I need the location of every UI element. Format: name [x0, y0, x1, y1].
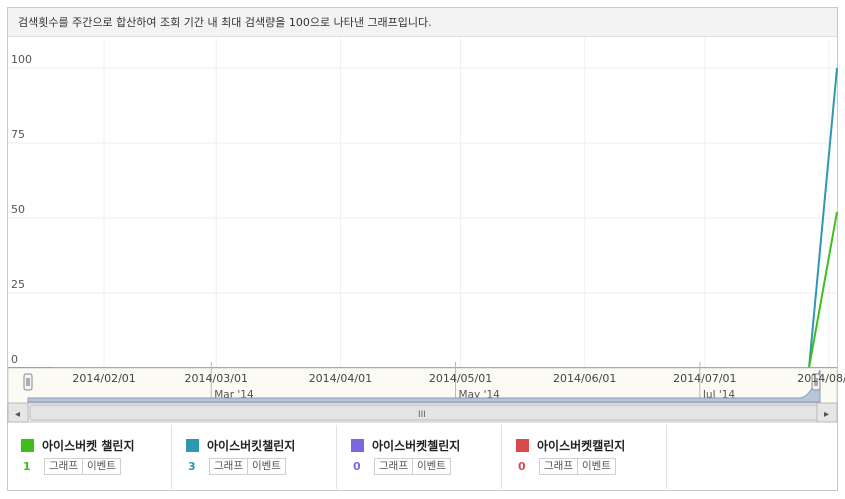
event-button[interactable]: 이벤트: [411, 458, 451, 475]
x-tick-label: 2014/03/01: [185, 372, 248, 385]
y-axis-ticks: 0 25 50 75 100: [11, 53, 32, 366]
scroll-left-arrow-icon: ◂: [15, 409, 20, 420]
scroll-thumb-grip: III: [418, 410, 426, 420]
grid-lines: [8, 38, 837, 368]
legend-series-name: 아이스버킷챌린지: [207, 438, 296, 453]
graph-button[interactable]: 그래프: [209, 458, 248, 475]
x-tick-label: 2014/08/01: [797, 372, 845, 385]
legend-count: 0: [518, 460, 526, 473]
scroll-right-arrow-icon: ▸: [824, 409, 829, 420]
x-tick-label: 2014/06/01: [553, 372, 616, 385]
legend-item: 아이스버켓 챌린지 1 그래프 이벤트: [7, 425, 172, 489]
event-button[interactable]: 이벤트: [81, 458, 121, 475]
legend-count: 3: [188, 460, 196, 473]
x-tick-label: 2014/05/01: [429, 372, 492, 385]
y-tick-label: 75: [11, 128, 25, 141]
legend-count: 1: [23, 460, 31, 473]
series-line: [52, 211, 838, 369]
navigator-left-handle: [23, 373, 33, 391]
navigator[interactable]: Mar '14 May '14 Jul '14◂ ▸III: [7, 362, 838, 423]
y-tick-label: 25: [11, 278, 25, 291]
legend-series-name: 아이스버켓캘린지: [537, 438, 626, 453]
y-tick-label: 100: [11, 53, 32, 66]
x-axis-ticks: 2014/02/01 2014/03/01 2014/04/01 2014/05/01…: [72, 372, 845, 385]
legend-series-name: 아이스버켓 챌린지: [42, 438, 135, 453]
legend-series-name: 아이스버켓첼린지: [372, 438, 461, 453]
x-tick-label: 2014/02/01: [72, 372, 135, 385]
graph-button[interactable]: 그래프: [539, 458, 578, 475]
y-tick-label: 50: [11, 203, 25, 216]
legend-swatch: [351, 438, 364, 452]
legend-empty-slot: [667, 425, 832, 489]
legend-item: 아이스버킷챌린지 3 그래프 이벤트: [172, 425, 337, 489]
legend-swatch: [21, 438, 34, 452]
x-tick-label: 2014/07/01: [673, 372, 736, 385]
event-button[interactable]: 이벤트: [576, 458, 616, 475]
legend-swatch: [516, 438, 529, 452]
event-button[interactable]: 이벤트: [246, 458, 286, 475]
legend: 아이스버켓 챌린지 1 그래프 이벤트 아이스버킷챌린지 3 그래프 이벤트 아…: [7, 425, 838, 491]
legend-item: 아이스버켓캘린지 0 그래프 이벤트: [502, 425, 667, 489]
legend-count: 0: [353, 460, 361, 473]
graph-button[interactable]: 그래프: [44, 458, 83, 475]
x-tick-label: 2014/04/01: [309, 372, 372, 385]
legend-swatch: [186, 438, 199, 452]
graph-button[interactable]: 그래프: [374, 458, 413, 475]
y-tick-label: 0: [11, 353, 18, 366]
line-chart: 0255075100 Mar '14 May '14 Jul '14◂ ▸III 20…: [7, 38, 845, 423]
legend-item: 아이스버켓첼린지 0 그래프 이벤트: [337, 425, 502, 489]
